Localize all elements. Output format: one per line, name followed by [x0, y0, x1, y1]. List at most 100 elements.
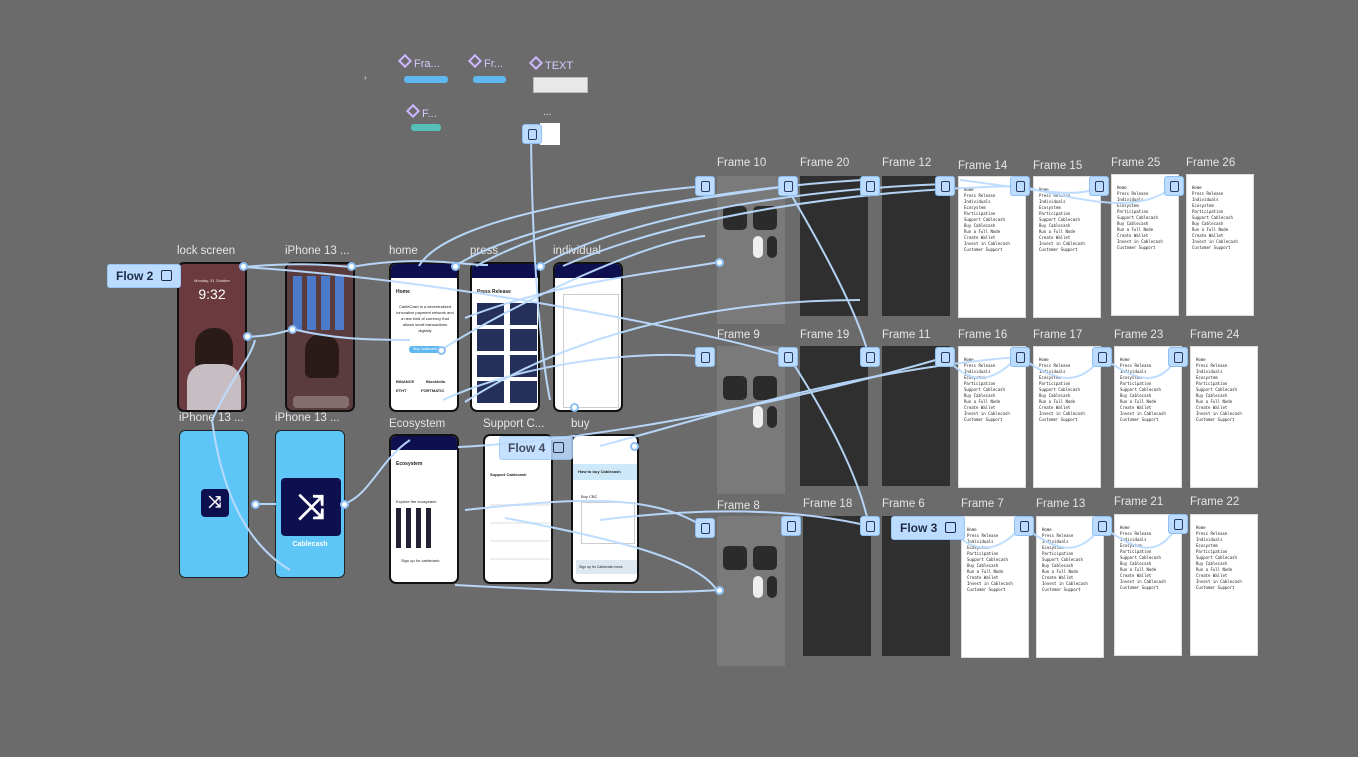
menu-item[interactable]: Customer Support [1039, 417, 1078, 423]
small-legend-frame[interactable] [540, 123, 560, 145]
volume-slider[interactable] [767, 406, 777, 428]
connector-dot[interactable] [715, 258, 724, 267]
prototype-flow-icon[interactable] [695, 518, 715, 538]
frame-18[interactable] [803, 516, 871, 656]
frame-23-menu[interactable]: Home Press Release Individuals Ecosystem Par… [1114, 346, 1182, 488]
frame-label-13[interactable]: Frame 13 [1036, 498, 1085, 510]
menu-item[interactable]: Customer Support [1192, 245, 1231, 251]
frame-22-menu[interactable]: Home Press Release Individuals Ecosystem Par… [1190, 514, 1258, 656]
frame-label-iphone13-a[interactable]: iPhone 13 ... [285, 245, 350, 257]
connector-dot[interactable] [715, 586, 724, 595]
prototype-flow-icon[interactable] [778, 347, 798, 367]
component-label-3[interactable]: TEXT [528, 55, 573, 72]
individual-screen-frame[interactable] [553, 262, 623, 412]
frame-label-23[interactable]: Frame 23 [1114, 329, 1163, 341]
lock-screen-frame[interactable]: Monday, 31 October 9:32 [177, 262, 247, 412]
frame-label-iphone13-b[interactable]: iPhone 13 ... [179, 412, 244, 424]
frame-16-menu[interactable]: Home Press Release Individuals Ecosystem Par… [958, 346, 1026, 488]
frame-label-22[interactable]: Frame 22 [1190, 496, 1239, 508]
frame-9-panel[interactable] [717, 346, 785, 494]
menu-item[interactable]: Customer Support [964, 247, 1003, 253]
connector-dot[interactable] [536, 262, 545, 271]
frame-11[interactable] [882, 346, 950, 486]
menu-item[interactable]: Customer Support [1042, 587, 1081, 593]
prototype-flow-icon[interactable] [1010, 176, 1030, 196]
menu-item[interactable]: Customer Support [1120, 417, 1159, 423]
frame-14-menu[interactable]: Home Press Release Individuals Ecosystem Par… [958, 176, 1026, 318]
frame-label-10[interactable]: Frame 10 [717, 157, 766, 169]
menu-item[interactable]: Customer Support [1196, 417, 1235, 423]
connector-dot[interactable] [437, 346, 446, 355]
splash-screen-a[interactable]: ⤨ [179, 430, 249, 578]
component-pill-1[interactable] [404, 76, 448, 83]
component-label-4[interactable]: F... [405, 103, 437, 120]
connector-dot[interactable] [347, 262, 356, 271]
frame-label-home[interactable]: home [389, 245, 418, 257]
brightness-slider[interactable] [753, 406, 763, 428]
home-screen-frame[interactable]: Home CableCash is a decentralized innova… [389, 262, 459, 412]
menu-item[interactable]: Customer Support [964, 417, 1003, 423]
connector-dot[interactable] [243, 332, 252, 341]
brightness-slider[interactable] [753, 576, 763, 598]
prototype-flow-icon[interactable] [1089, 176, 1109, 196]
prototype-flow-icon[interactable] [860, 516, 880, 536]
frame-21-menu[interactable]: Home Press Release Individuals Ecosystem Par… [1114, 514, 1182, 656]
component-label-1[interactable]: Fra... [397, 53, 440, 70]
frame-label-ecosystem[interactable]: Ecosystem [389, 418, 445, 430]
frame-15-menu[interactable]: Home Press Release Individuals Ecosystem Par… [1033, 176, 1101, 318]
frame-label-iphone13-c[interactable]: iPhone 13 ... [275, 412, 340, 424]
connector-dot[interactable] [340, 500, 349, 509]
frame-17-menu[interactable]: Home Press Release Individuals Ecosystem Par… [1033, 346, 1101, 488]
brightness-slider[interactable] [753, 236, 763, 258]
prototype-flow-icon[interactable] [935, 176, 955, 196]
frame-label-20[interactable]: Frame 20 [800, 157, 849, 169]
frame-label-6[interactable]: Frame 6 [882, 498, 925, 510]
frame-label-press[interactable]: press [470, 245, 498, 257]
frame-label-individual[interactable]: individual [553, 245, 601, 257]
press-screen-frame[interactable]: Press Release [470, 262, 540, 412]
frame-label-25[interactable]: Frame 25 [1111, 157, 1160, 169]
connector-dot[interactable] [239, 262, 248, 271]
buy-form[interactable] [581, 502, 635, 544]
frame-label-14[interactable]: Frame 14 [958, 160, 1007, 172]
prototype-flow-icon[interactable] [778, 176, 798, 196]
menu-item[interactable]: Customer Support [1117, 245, 1156, 251]
frame-20[interactable] [800, 176, 868, 316]
prototype-flow-icon[interactable] [860, 347, 880, 367]
flow-2-tag[interactable]: Flow 2 [107, 264, 182, 288]
frame-7-menu[interactable]: Home Press Release Individuals Ecosystem Par… [961, 516, 1029, 658]
frame-24-menu[interactable]: Home Press Release Individuals Ecosystem Par… [1190, 346, 1258, 488]
menu-item[interactable]: Customer Support [1196, 585, 1235, 591]
volume-slider[interactable] [767, 576, 777, 598]
connector-dot[interactable] [570, 403, 579, 412]
frame-12[interactable] [882, 176, 950, 316]
prototype-flow-icon[interactable] [1168, 347, 1188, 367]
menu-item[interactable]: Customer Support [967, 587, 1006, 593]
frame-label-support[interactable]: Support C... [483, 418, 544, 430]
component-pill-2[interactable] [473, 76, 506, 83]
frame-label-buy[interactable]: buy [571, 418, 590, 430]
component-label-2[interactable]: Fr... [467, 53, 503, 70]
prototype-flow-icon[interactable] [522, 124, 542, 144]
ecosystem-signup[interactable]: Sign up for cablecash [401, 558, 439, 564]
frame-label-24[interactable]: Frame 24 [1190, 329, 1239, 341]
buy-signup[interactable]: Sign up for Cablecash news [579, 564, 623, 570]
frame-10-panel[interactable] [717, 176, 785, 324]
frame-label-11[interactable]: Frame 11 [882, 329, 930, 341]
flow-4-tag[interactable]: Flow 4 [499, 436, 574, 460]
prototype-flow-icon[interactable] [1168, 514, 1188, 534]
prototype-flow-icon[interactable] [1092, 347, 1112, 367]
frame-label-8[interactable]: Frame 8 [717, 500, 760, 512]
menu-item[interactable]: Customer Support [1120, 585, 1159, 591]
prototype-flow-icon[interactable] [781, 516, 801, 536]
frame-label-16[interactable]: Frame 16 [958, 329, 1007, 341]
frame-19[interactable] [800, 346, 868, 486]
frame-13-menu[interactable]: Home Press Release Individuals Ecosystem Par… [1036, 516, 1104, 658]
frame-label-19[interactable]: Frame 19 [800, 329, 849, 341]
buy-screen-frame[interactable]: How to buy Cablecash Buy CBC Sign up for… [571, 434, 639, 584]
prototype-flow-icon[interactable] [1010, 347, 1030, 367]
connector-dot[interactable] [251, 500, 260, 509]
design-canvas[interactable]: Fra... Fr... TEXT F... ... › lock screen… [0, 0, 1358, 757]
iphone-home-screen-frame[interactable] [285, 262, 355, 412]
volume-slider[interactable] [767, 236, 777, 258]
